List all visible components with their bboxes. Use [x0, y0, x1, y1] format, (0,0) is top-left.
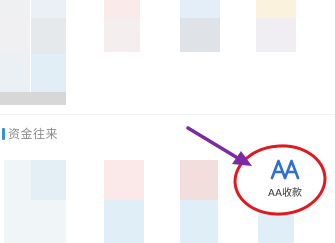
blurred-tile-17[interactable] — [180, 160, 218, 200]
aa-logo-icon — [270, 159, 300, 180]
blurred-tile-7[interactable] — [31, 18, 66, 54]
blurred-tile-9[interactable] — [180, 18, 220, 52]
blurred-tile-1[interactable] — [0, 0, 30, 18]
blurred-tile-20[interactable] — [180, 200, 218, 243]
pointer-arrow-shaft — [186, 126, 238, 159]
blurred-tile-11[interactable] — [0, 54, 30, 92]
blurred-tile-6[interactable] — [0, 18, 30, 54]
aa-payment-button[interactable]: AA收款 — [256, 150, 314, 210]
blurred-tile-15[interactable] — [31, 160, 66, 200]
blurred-tile-13 — [0, 92, 66, 105]
blurred-tile-8[interactable] — [104, 18, 140, 52]
aa-payment-label: AA收款 — [268, 188, 302, 199]
blurred-tile-3[interactable] — [104, 0, 140, 18]
blurred-tile-10[interactable] — [256, 18, 296, 52]
blurred-tile-5[interactable] — [256, 0, 296, 18]
blurred-tile-18[interactable] — [4, 200, 66, 243]
blurred-tile-12[interactable] — [31, 54, 66, 92]
blurred-tile-2[interactable] — [31, 0, 66, 18]
section-divider — [0, 114, 335, 115]
blurred-tile-19[interactable] — [104, 200, 144, 243]
pointer-arrow-head — [232, 151, 252, 166]
blurred-tile-16[interactable] — [104, 160, 144, 200]
section-accent-bar — [2, 128, 5, 140]
blurred-tile-21[interactable] — [258, 214, 294, 243]
section-title: 资金往来 — [8, 127, 59, 141]
blurred-tile-4[interactable] — [180, 0, 220, 18]
